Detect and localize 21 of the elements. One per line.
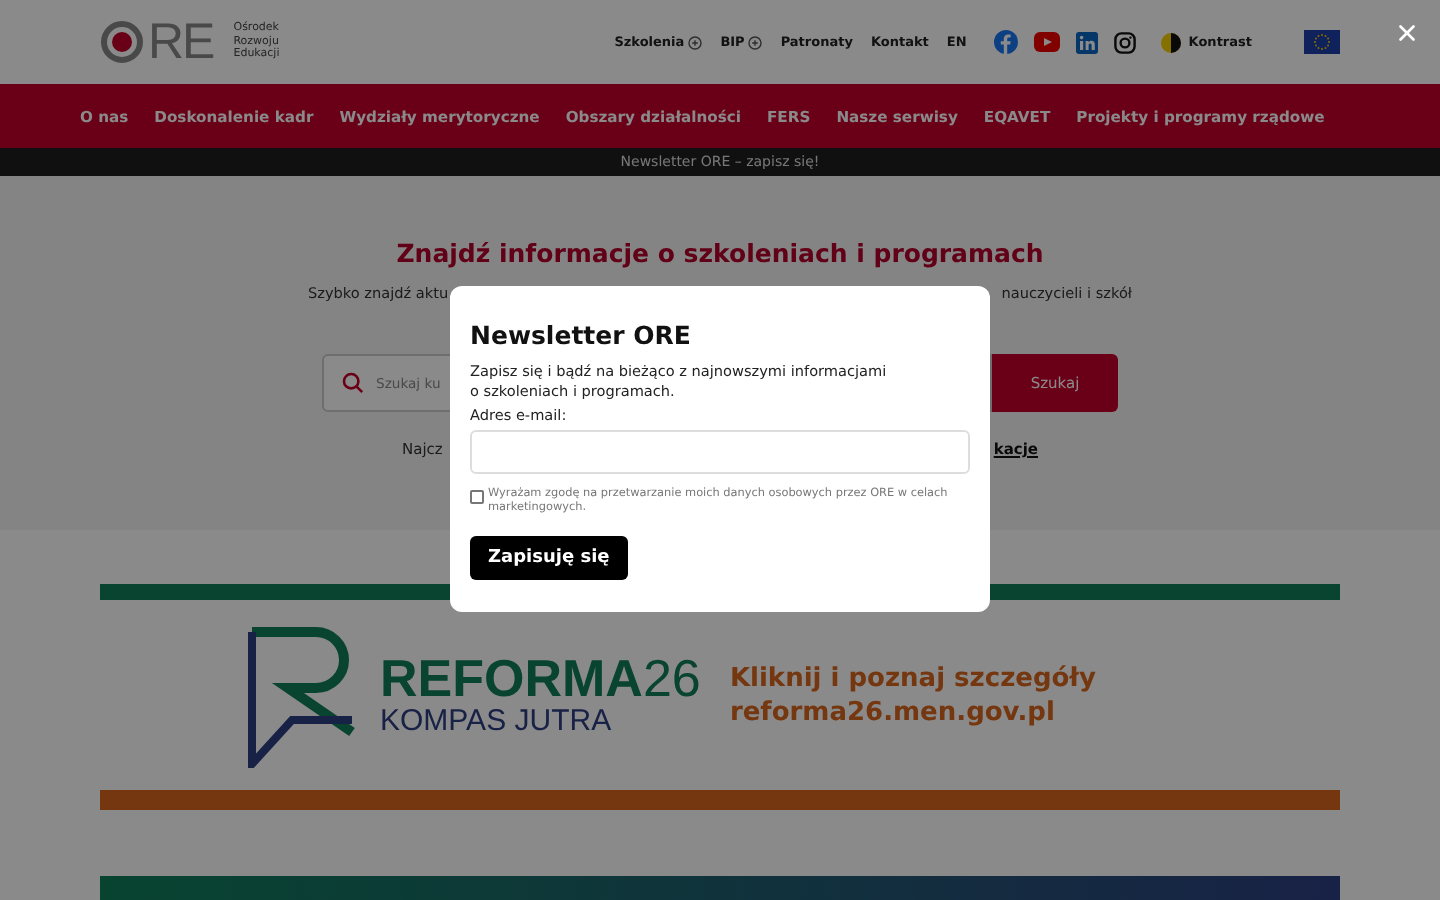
search-icon <box>342 372 364 394</box>
facebook-icon[interactable] <box>994 30 1019 54</box>
reforma-banner[interactable]: REFORMA26 KOMPAS JUTRA Kliknij i poznaj szczegóły reforma26.men.gov.pl <box>100 600 1340 790</box>
dialog-title: Newsletter ORE <box>470 320 693 350</box>
linkedin-icon[interactable] <box>1076 31 1099 53</box>
subscribe-button[interactable]: Zapisuję się <box>470 536 628 580</box>
close-button[interactable] <box>1394 20 1420 46</box>
logo-ring-icon <box>100 20 144 64</box>
hero-title: Znajdź informacje o szkoleniach i programach <box>396 238 1044 268</box>
instagram-icon[interactable] <box>1114 31 1137 53</box>
banner-cta: Kliknij i poznaj szczegóły <box>729 663 1096 693</box>
logo-text: RE <box>148 13 214 71</box>
consent-checkbox[interactable] <box>470 490 484 504</box>
banner-url: reforma26.men.gov.pl <box>729 697 1057 727</box>
youtube-icon[interactable] <box>1034 32 1061 52</box>
reforma-logo-icon <box>244 623 360 767</box>
eu-flag-icon <box>1304 30 1340 54</box>
reforma-tagline: KOMPAS JUTRA <box>380 704 614 738</box>
contrast-icon <box>1160 31 1183 53</box>
reforma-title: REFORMA26 <box>380 652 701 704</box>
email-field[interactable] <box>470 430 970 474</box>
